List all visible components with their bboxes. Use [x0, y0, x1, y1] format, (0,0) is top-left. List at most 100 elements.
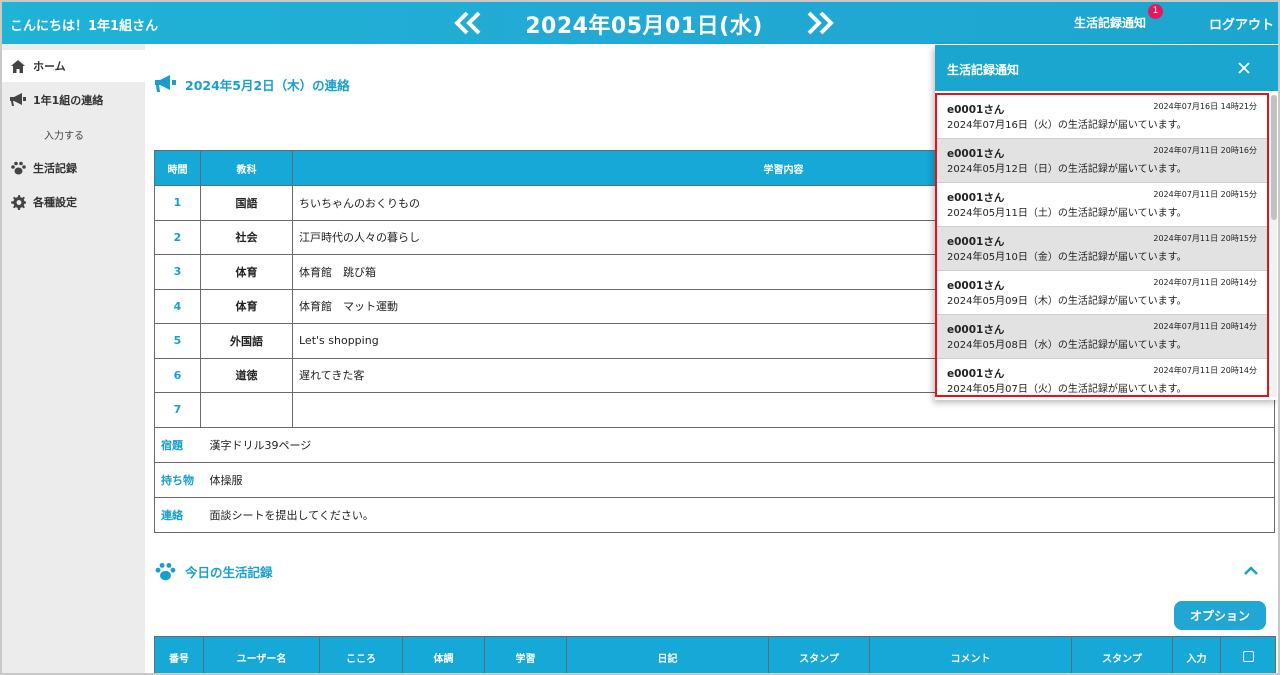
sidebar-subitem-input[interactable]: 入力する: [44, 127, 84, 142]
column-header-stamp-2: スタンプ: [1071, 636, 1173, 673]
option-button[interactable]: オプション: [1174, 601, 1266, 630]
column-header-study: 学習: [484, 636, 567, 673]
notification-user: e0001さん: [947, 368, 1005, 380]
notification-time: 2024年07月11日 20時15分: [1153, 190, 1257, 199]
records-table: 番号 ユーザー名 こころ 体調 学習 日記 スタンプ コメント スタンプ 入力: [154, 636, 1276, 673]
next-day-button[interactable]: [800, 6, 840, 40]
collapse-records-button[interactable]: [1242, 562, 1260, 580]
notification-user: e0001さん: [947, 324, 1005, 336]
homework-label: 宿題: [154, 427, 210, 463]
column-header-mind: こころ: [319, 636, 403, 673]
belongings-label: 持ち物: [154, 462, 210, 498]
sidebar-item-settings[interactable]: 各種設定: [2, 186, 145, 218]
records-section-title: 今日の生活記録: [155, 561, 273, 581]
homework-row: 宿題 漢字ドリル39ページ: [154, 427, 1275, 463]
notification-message: 2024年05月10日（金）の生活記録が届いています。: [947, 252, 1187, 263]
notification-list: e0001さん 2024年07月16日 14時21分 2024年07月16日（火…: [935, 93, 1269, 397]
chevron-up-icon: [1244, 566, 1258, 575]
period-number: 1: [154, 185, 201, 221]
records-title: 今日の生活記録: [185, 564, 273, 580]
notification-user: e0001さん: [947, 192, 1005, 204]
sidebar-item-label: ホーム: [33, 60, 66, 73]
belongings-value: 体操服: [209, 462, 1275, 498]
app-frame: こんにちは！1年1組さん 2024年05月01日(水) 生活記録通知 1 ログア…: [0, 0, 1280, 675]
period-number: 5: [154, 323, 201, 359]
notification-panel-title: 生活記録通知: [947, 63, 1020, 77]
contact-value: 面談シートを提出してください。: [209, 497, 1275, 533]
greeting-text: こんにちは！1年1組さん: [10, 19, 159, 34]
double-chevron-left-icon: [454, 11, 481, 35]
records-header-row: 番号 ユーザー名 こころ 体調 学習 日記 スタンプ コメント スタンプ 入力: [154, 636, 1276, 673]
homework-value: 漢字ドリル39ページ: [209, 427, 1275, 463]
column-header-comment: コメント: [869, 636, 1072, 673]
sidebar: ホーム 1年1組の連絡 入力する 生活記録 各種設定: [2, 44, 145, 673]
notification-user: e0001さん: [947, 148, 1005, 160]
list-item[interactable]: e0001さん 2024年07月11日 20時15分 2024年05月11日（土…: [937, 183, 1267, 227]
megaphone-icon: [10, 92, 26, 108]
notification-time: 2024年07月11日 20時14分: [1153, 278, 1257, 287]
notification-time: 2024年07月11日 20時14分: [1153, 322, 1257, 331]
period-number: 6: [154, 357, 201, 393]
notification-user: e0001さん: [947, 104, 1005, 116]
subject-cell: 道徳: [200, 357, 293, 393]
sidebar-item-label: 各種設定: [33, 196, 77, 209]
home-icon: [10, 58, 26, 74]
subject-cell: 体育: [200, 288, 293, 324]
notification-time: 2024年07月11日 20時14分: [1153, 366, 1257, 375]
subject-cell: 社会: [200, 219, 293, 255]
sidebar-item-life-record[interactable]: 生活記録: [2, 152, 145, 184]
notice-section-title: 2024年5月2日（木）の連絡: [155, 74, 350, 94]
subject-cell: [200, 392, 293, 428]
list-item[interactable]: e0001さん 2024年07月11日 20時15分 2024年05月10日（金…: [937, 227, 1267, 271]
prev-day-button[interactable]: [448, 6, 488, 40]
period-number: 4: [154, 288, 201, 324]
subject-cell: 体育: [200, 254, 293, 290]
column-header-username: ユーザー名: [203, 636, 320, 673]
paw-icon: [10, 160, 26, 176]
contact-row: 連絡 面談シートを提出してください。: [154, 497, 1275, 533]
list-item[interactable]: e0001さん 2024年07月11日 20時14分 2024年05月09日（木…: [937, 271, 1267, 315]
logout-button[interactable]: ログアウト: [1209, 14, 1274, 33]
close-button[interactable]: [1235, 59, 1253, 77]
period-number: 3: [154, 254, 201, 290]
list-item[interactable]: e0001さん 2024年07月16日 14時21分 2024年07月16日（火…: [937, 95, 1267, 139]
column-header-health: 体調: [402, 636, 485, 673]
top-header: こんにちは！1年1組さん 2024年05月01日(水) 生活記録通知 1 ログア…: [2, 2, 1278, 44]
sidebar-item-home[interactable]: ホーム: [2, 50, 145, 82]
column-header-input: 入力: [1172, 636, 1221, 673]
notice-info-table: 宿題 漢字ドリル39ページ 持ち物 体操服 連絡 面談シートを提出してください。: [154, 427, 1275, 533]
notification-time: 2024年07月11日 20時16分: [1153, 146, 1257, 155]
sidebar-item-label: 生活記録: [33, 162, 77, 175]
notification-scrollbar[interactable]: [1271, 95, 1277, 397]
sidebar-item-class-notice[interactable]: 1年1組の連絡: [2, 84, 145, 116]
subject-cell: 外国語: [200, 323, 293, 359]
list-item[interactable]: e0001さん 2024年07月11日 20時14分 2024年05月07日（火…: [937, 359, 1267, 395]
notification-time: 2024年07月11日 20時15分: [1153, 234, 1257, 243]
select-all-header: [1220, 636, 1276, 673]
list-item[interactable]: e0001さん 2024年07月11日 20時14分 2024年05月08日（水…: [937, 315, 1267, 359]
contact-label: 連絡: [154, 497, 210, 533]
sidebar-item-label: 1年1組の連絡: [33, 94, 104, 107]
period-number: 2: [154, 219, 201, 255]
column-header-stamp: スタンプ: [768, 636, 870, 673]
column-header-diary: 日記: [566, 636, 769, 673]
notification-time: 2024年07月16日 14時21分: [1153, 102, 1257, 111]
list-item[interactable]: e0001さん 2024年07月11日 20時16分 2024年05月12日（日…: [937, 139, 1267, 183]
select-all-checkbox[interactable]: [1242, 651, 1254, 663]
belongings-row: 持ち物 体操服: [154, 462, 1275, 498]
column-header-number: 番号: [154, 636, 204, 673]
notification-message: 2024年05月11日（土）の生活記録が届いています。: [947, 208, 1187, 219]
period-number: 7: [154, 392, 201, 428]
megaphone-icon: [155, 74, 177, 94]
column-header-period: 時間: [154, 150, 201, 186]
scrollbar-thumb[interactable]: [1271, 95, 1277, 220]
current-date: 2024年05月01日(水): [525, 14, 763, 39]
notice-title: 2024年5月2日（木）の連絡: [185, 77, 350, 93]
notification-message: 2024年05月07日（火）の生活記録が届いています。: [947, 384, 1187, 395]
notification-user: e0001さん: [947, 280, 1005, 292]
subject-cell: 国語: [200, 185, 293, 221]
notification-link[interactable]: 生活記録通知: [1074, 14, 1146, 31]
notification-panel-header: 生活記録通知: [935, 45, 1278, 91]
gear-icon: [10, 194, 26, 210]
close-icon: [1238, 62, 1250, 74]
